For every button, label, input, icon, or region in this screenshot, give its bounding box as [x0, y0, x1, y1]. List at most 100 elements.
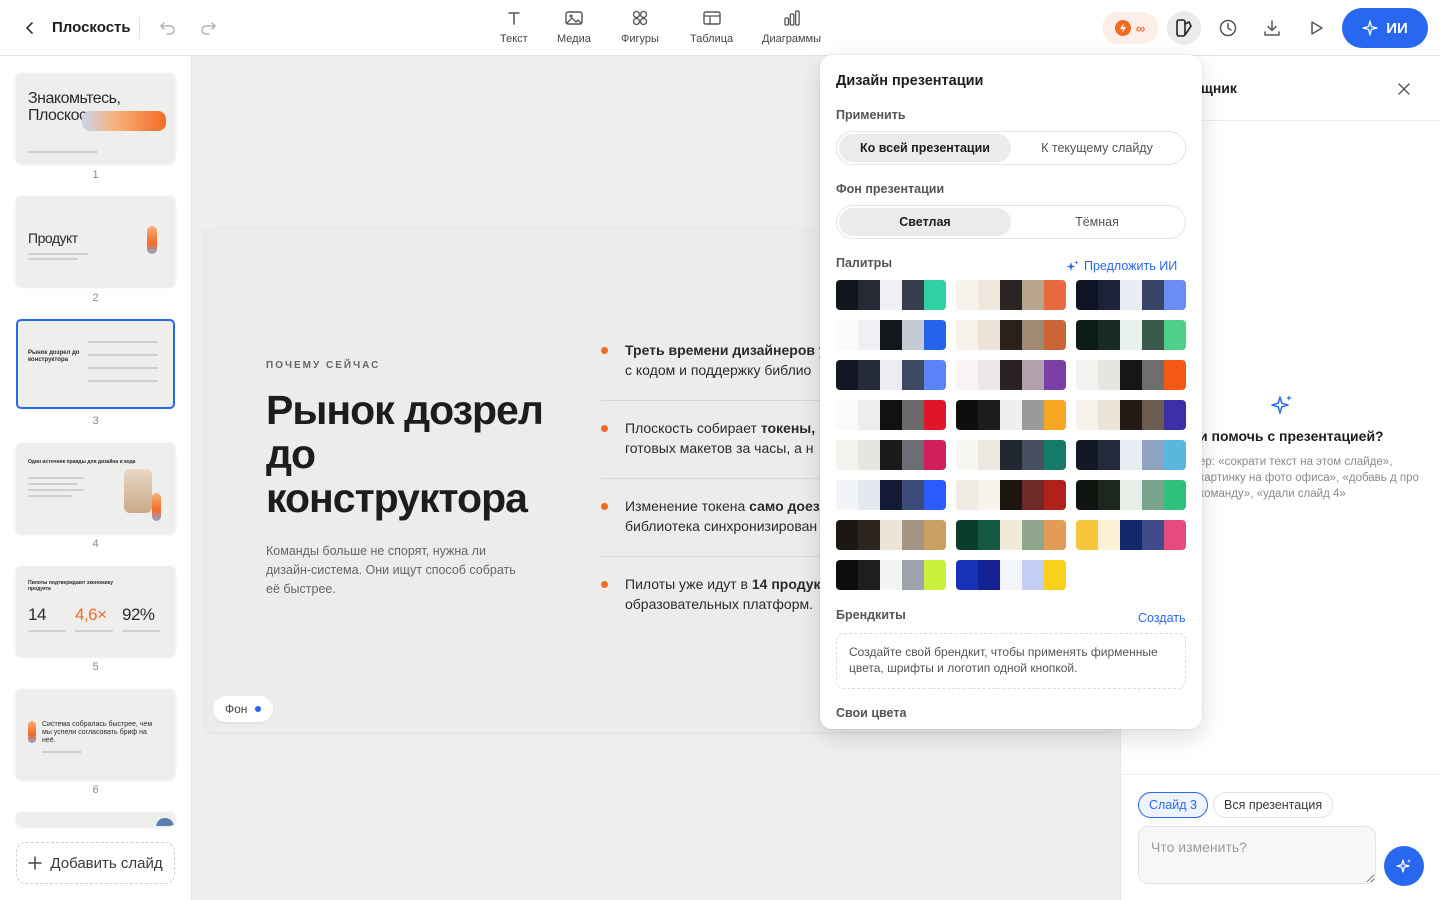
palette-option[interactable]	[1076, 400, 1186, 430]
palette-swatch	[858, 480, 880, 510]
text-placeholder	[88, 380, 158, 382]
palette-option[interactable]	[1076, 280, 1186, 310]
background-dot	[255, 706, 262, 712]
scope-all-chip[interactable]: Вся презентация	[1213, 792, 1334, 818]
palette-option[interactable]	[836, 520, 946, 550]
slide-thumb-1[interactable]: Знакомьтесь, Плоскость	[16, 73, 175, 163]
slide-thumb-5[interactable]: Пилоты подтверждают экономику продукта 1…	[16, 566, 175, 656]
slide-thumb-6[interactable]: Система собралась быстрее, чем мы успели…	[16, 689, 175, 779]
theme-dark-option[interactable]: Тёмная	[1011, 208, 1183, 236]
text-placeholder	[28, 495, 72, 497]
slide-thumb-3[interactable]: Рынок дозрел до конструктора	[16, 319, 175, 409]
tool-charts[interactable]: Диаграммы	[762, 8, 821, 48]
palette-option[interactable]	[956, 400, 1066, 430]
slide-thumb-title: Один источник правды для дизайна и кода	[28, 459, 136, 465]
slide-eyebrow[interactable]: ПОЧЕМУ СЕЙЧАС	[266, 360, 380, 371]
apply-current-option[interactable]: К текущему слайду	[1011, 134, 1183, 162]
slide-thumb-2[interactable]: Продукт	[16, 196, 175, 286]
palette-swatch	[1076, 520, 1098, 550]
sparkle-icon	[1362, 20, 1378, 36]
palette-option[interactable]	[956, 360, 1066, 390]
design-button[interactable]	[1167, 11, 1201, 45]
palette-swatch	[1120, 520, 1142, 550]
palette-swatch	[1000, 520, 1022, 550]
palette-swatch	[924, 360, 946, 390]
top-bar: Плоскость Текст Медиа Фигуры Таблица Диа…	[0, 0, 1440, 56]
add-slide-button[interactable]: Добавить слайд	[16, 842, 175, 884]
palette-option[interactable]	[956, 280, 1066, 310]
slide-thumb-title: Пилоты подтверждают экономику продукта	[28, 580, 114, 592]
palette-swatch	[1098, 320, 1120, 350]
palette-swatch	[1164, 400, 1186, 430]
palette-option[interactable]	[836, 360, 946, 390]
palette-option[interactable]	[956, 320, 1066, 350]
palette-option[interactable]	[1076, 320, 1186, 350]
palette-swatch	[956, 440, 978, 470]
tool-text[interactable]: Текст	[500, 8, 528, 48]
bullet-dot	[601, 581, 608, 588]
tool-media[interactable]: Медиа	[557, 8, 591, 48]
tool-shapes[interactable]: Фигуры	[621, 8, 659, 48]
palette-option[interactable]	[956, 520, 1066, 550]
palette-option[interactable]	[836, 400, 946, 430]
slide-number: 6	[92, 784, 99, 796]
palette-option[interactable]	[836, 560, 946, 590]
assistant-input[interactable]	[1138, 826, 1376, 884]
palette-swatch	[1142, 440, 1164, 470]
text-placeholder	[28, 258, 78, 260]
apply-all-option[interactable]: Ко всей презентации	[839, 134, 1011, 162]
palette-swatch	[880, 520, 902, 550]
redo-icon[interactable]	[196, 16, 220, 40]
create-brandkit-link[interactable]: Создать	[1138, 611, 1186, 625]
image-icon	[564, 8, 584, 28]
tool-label: Диаграммы	[762, 33, 821, 45]
undo-icon[interactable]	[156, 16, 180, 40]
download-button[interactable]	[1255, 11, 1289, 45]
play-button[interactable]	[1299, 11, 1333, 45]
palette-option[interactable]	[836, 320, 946, 350]
suggest-ai-link[interactable]: Предложить ИИ	[1066, 259, 1177, 273]
slide-thumb-title: Система собралась быстрее, чем мы успели…	[42, 721, 153, 744]
bullet-strong: токены,	[760, 420, 816, 436]
tool-table[interactable]: Таблица	[690, 8, 733, 48]
palette-swatch	[978, 360, 1000, 390]
palette-option[interactable]	[836, 280, 946, 310]
slide-thumb-4[interactable]: Один источник правды для дизайна и кода	[16, 443, 175, 533]
palette-option[interactable]	[1076, 520, 1186, 550]
palette-option[interactable]	[1076, 440, 1186, 470]
palette-swatch	[1022, 400, 1044, 430]
stat-value: 92%	[122, 605, 155, 624]
slide-headline[interactable]: Рынок дозрел до конструктора	[266, 388, 556, 520]
palette-option[interactable]	[1076, 360, 1186, 390]
palette-swatch	[1142, 280, 1164, 310]
palette-swatch	[1164, 320, 1186, 350]
palette-swatch	[1120, 280, 1142, 310]
theme-light-option[interactable]: Светлая	[839, 208, 1011, 236]
history-button[interactable]	[1211, 11, 1245, 45]
send-button[interactable]	[1384, 846, 1424, 886]
document-title[interactable]: Плоскость	[52, 19, 131, 36]
palette-swatch	[1076, 320, 1098, 350]
palette-option[interactable]	[836, 480, 946, 510]
palette-option[interactable]	[836, 440, 946, 470]
background-chip[interactable]: Фон	[213, 696, 274, 722]
close-icon[interactable]	[1395, 80, 1413, 98]
ai-button[interactable]: ИИ	[1342, 8, 1428, 48]
palette-swatch	[836, 440, 858, 470]
plus-icon	[28, 856, 43, 870]
palette-swatch	[924, 400, 946, 430]
palette-option[interactable]	[1076, 480, 1186, 510]
divider	[139, 17, 140, 39]
palette-swatch	[1164, 280, 1186, 310]
slide-lede[interactable]: Команды больше не спорят, нужна ли дизай…	[266, 542, 516, 599]
palette-option[interactable]	[956, 440, 1066, 470]
slide-thumb-7[interactable]	[16, 812, 175, 826]
back-icon[interactable]	[18, 16, 42, 40]
bullet-text: Пилоты уже идут в	[625, 576, 752, 592]
palette-option[interactable]	[956, 560, 1066, 590]
palette-swatch	[858, 280, 880, 310]
credits-badge[interactable]: ∞	[1102, 12, 1158, 44]
bullet-line: образовательных платформ.	[625, 596, 813, 612]
palette-option[interactable]	[956, 480, 1066, 510]
scope-slide-chip[interactable]: Слайд 3	[1138, 792, 1208, 818]
